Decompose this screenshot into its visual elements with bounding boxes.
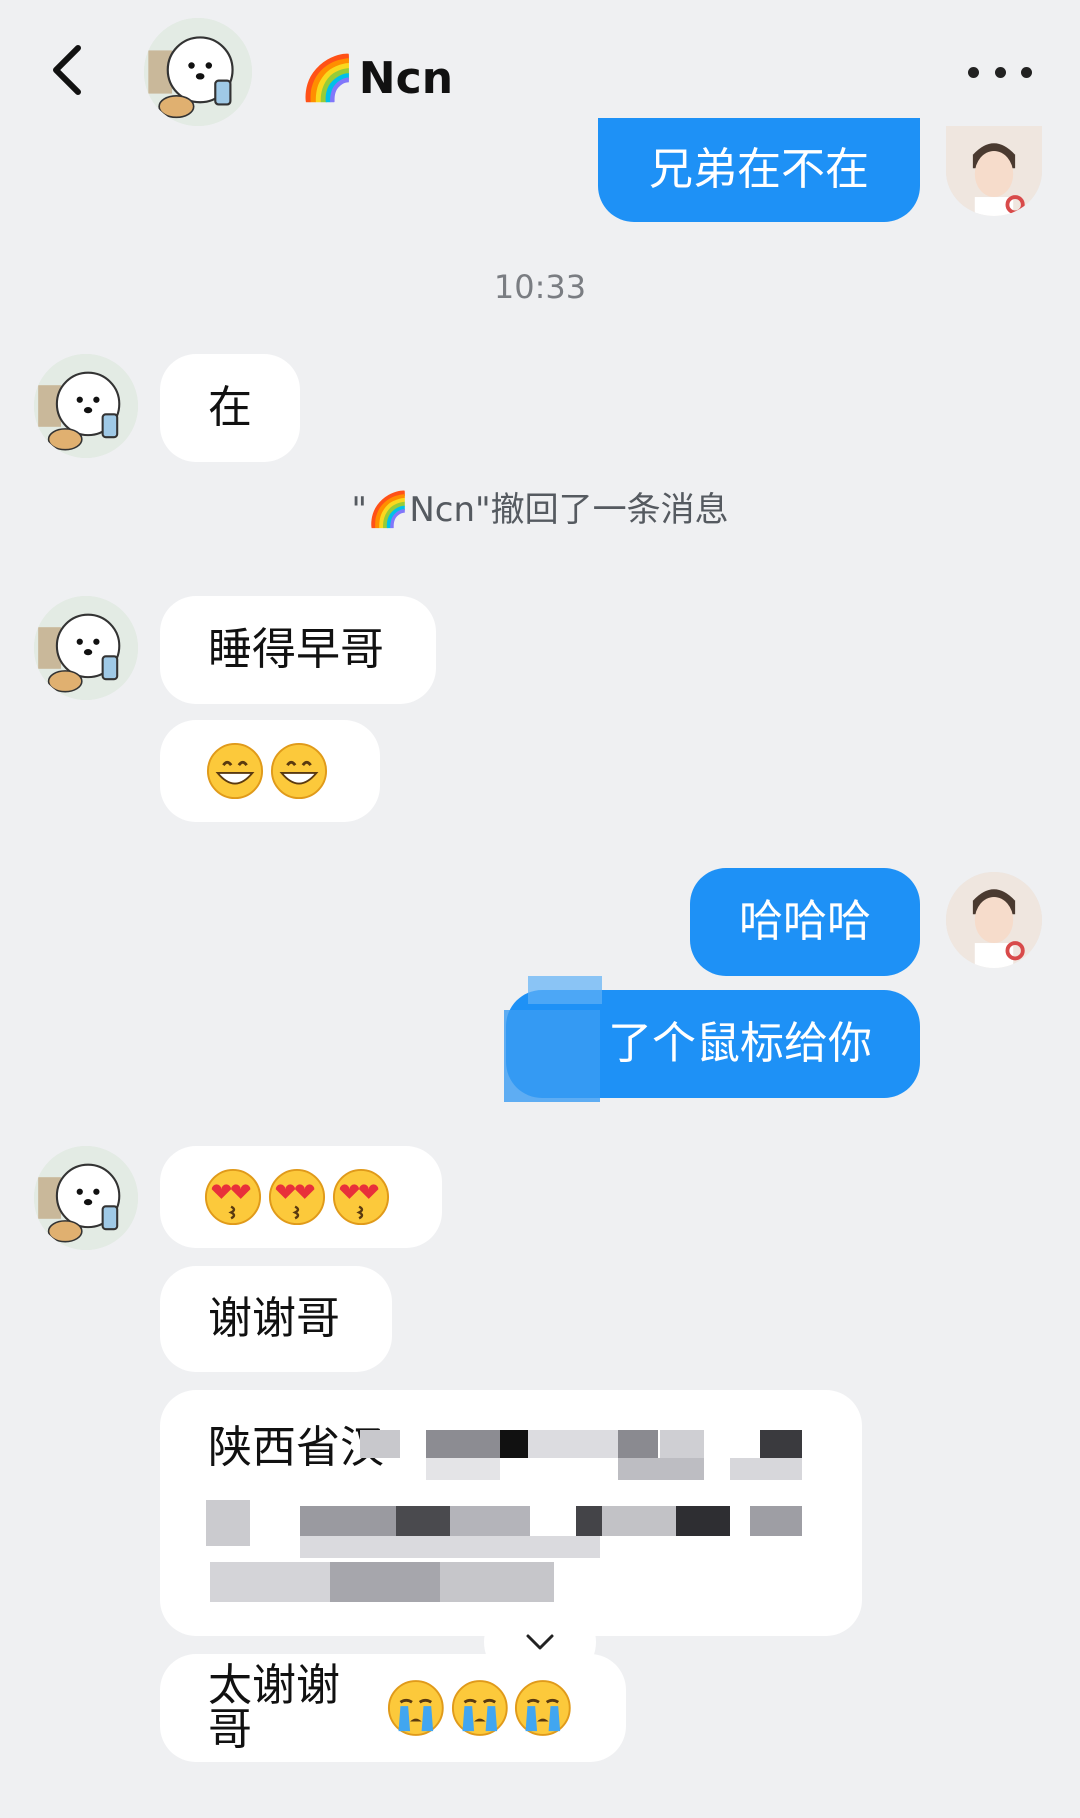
kiss-heart-eyes-emoji-icon	[332, 1168, 390, 1226]
chevron-down-icon	[526, 1634, 554, 1650]
recall-notice: "🌈Ncn"撤回了一条消息	[351, 490, 729, 530]
crying-emoji-icon	[515, 1680, 572, 1736]
grin-emoji-icon	[206, 742, 264, 800]
contact-name: Ncn	[358, 52, 454, 104]
kiss-heart-eyes-emoji-icon	[268, 1168, 326, 1226]
contact-avatar[interactable]	[34, 596, 138, 700]
message-text: 睡得早哥	[208, 624, 384, 675]
dog-avatar-icon	[144, 18, 252, 126]
grin-emoji-icon	[270, 742, 328, 800]
dot	[968, 66, 979, 78]
crying-emoji-icon	[387, 1680, 444, 1736]
message-bubble-outgoing[interactable]: 哈哈哈	[690, 868, 920, 976]
message-bubble-incoming[interactable]: 睡得早哥	[160, 596, 436, 704]
message-text: 了个鼠标给你	[608, 1018, 872, 1069]
message-text: 在	[208, 382, 252, 433]
message-text: 哈哈哈	[739, 896, 871, 947]
message-text: 谢谢哥	[208, 1293, 340, 1344]
dog-avatar-icon	[34, 596, 138, 700]
my-avatar[interactable]	[946, 126, 1042, 216]
more-options-button[interactable]	[968, 60, 1032, 84]
dot	[994, 66, 1006, 78]
dog-avatar-icon	[34, 354, 138, 458]
contact-avatar[interactable]	[34, 354, 138, 458]
address-text: 陕西省汉	[208, 1422, 384, 1473]
contact-avatar[interactable]	[34, 1146, 138, 1250]
kiss-heart-eyes-emoji-icon	[204, 1168, 262, 1226]
blur-overlay	[528, 976, 602, 1004]
message-text: 兄弟在不在	[649, 144, 869, 195]
user-avatar-icon	[946, 126, 1042, 216]
crying-emoji-icon	[451, 1680, 508, 1736]
my-avatar[interactable]	[946, 872, 1042, 968]
message-bubble-incoming[interactable]	[160, 720, 380, 822]
message-bubble-outgoing[interactable]: 兄弟在不在	[598, 118, 920, 222]
message-bubble-incoming[interactable]: 在	[160, 354, 300, 462]
dog-avatar-icon	[34, 1146, 138, 1250]
back-button[interactable]	[44, 40, 100, 100]
blur-overlay	[504, 1010, 600, 1102]
message-bubble-incoming[interactable]	[160, 1146, 442, 1248]
message-bubble-incoming[interactable]: 谢谢哥	[160, 1266, 392, 1372]
chevron-left-icon	[53, 45, 81, 95]
message-text: 太谢谢哥	[208, 1660, 340, 1755]
contact-avatar[interactable]	[144, 18, 252, 126]
chat-title: 🌈 Ncn	[300, 48, 453, 108]
message-bubble-incoming[interactable]: 太谢谢哥	[160, 1654, 626, 1762]
user-avatar-icon	[946, 872, 1042, 968]
rainbow-icon: 🌈	[300, 53, 355, 104]
timestamp: 10:33	[493, 268, 587, 306]
dot	[1021, 66, 1032, 78]
